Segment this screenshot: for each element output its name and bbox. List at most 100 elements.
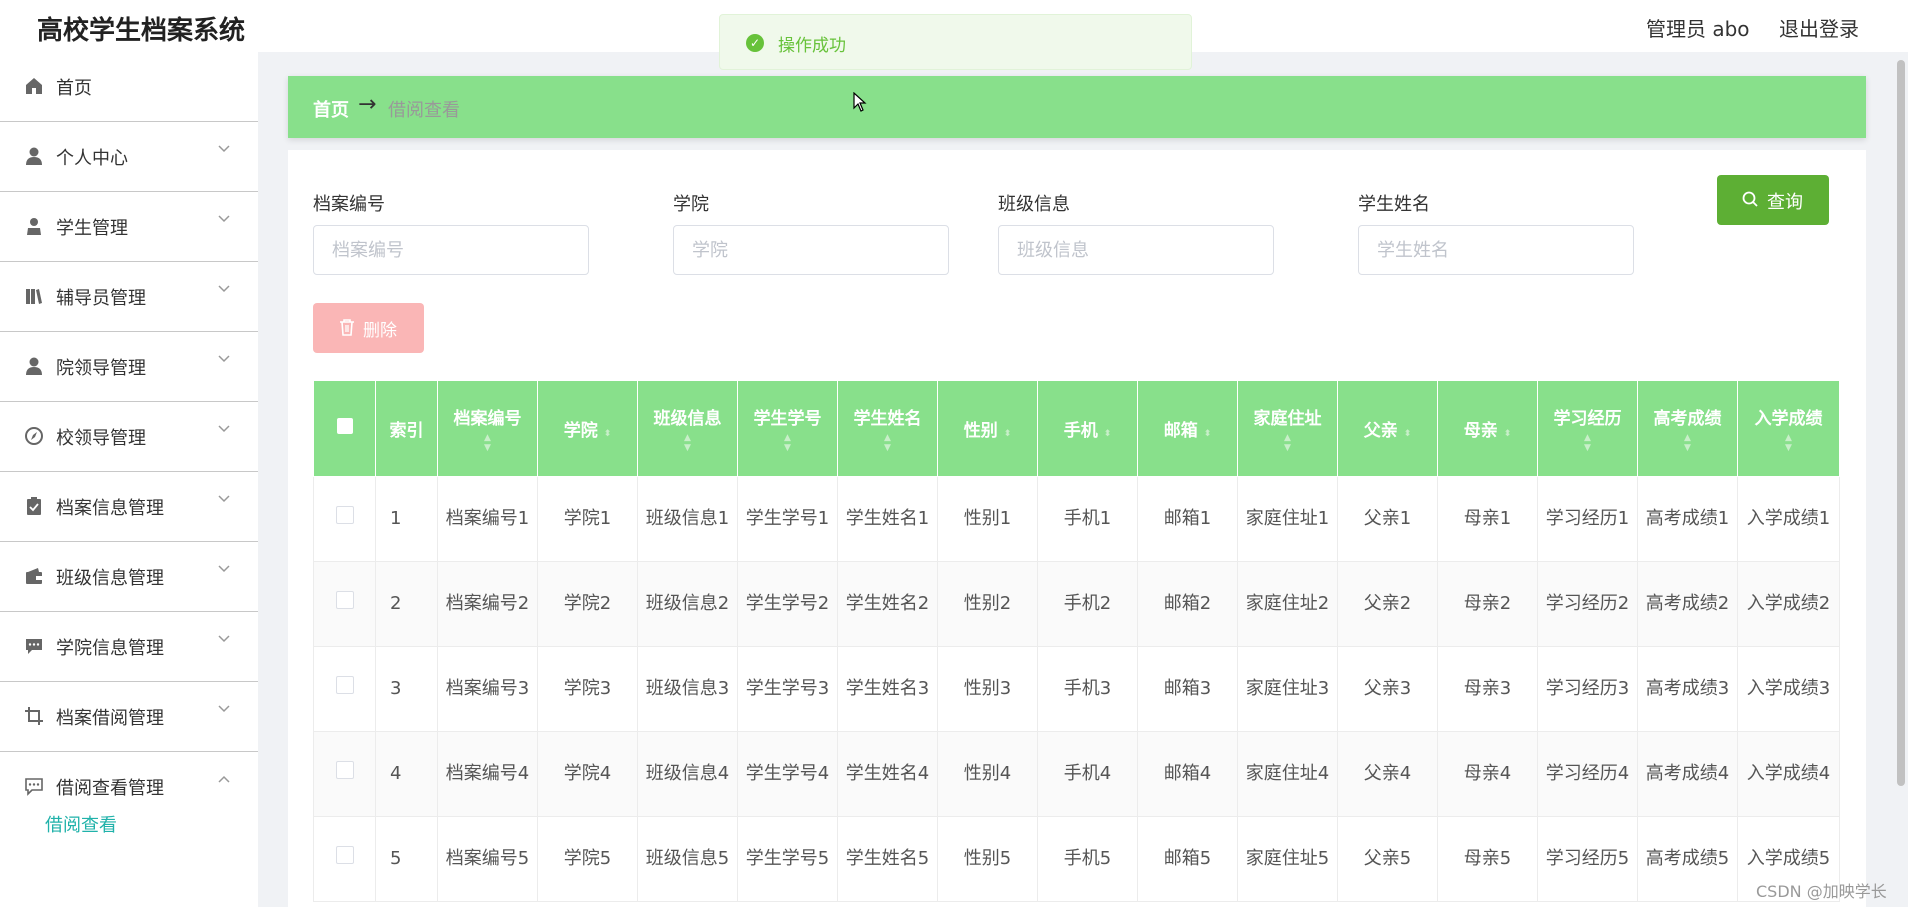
table-cell: 邮箱5 bbox=[1137, 816, 1238, 902]
sort-icon[interactable]: ⬍ bbox=[604, 429, 612, 439]
table-cell: 母亲5 bbox=[1437, 816, 1538, 902]
table-row[interactable]: 5 档案编号5 学院5 班级信息5 学生学号5 学生姓名5 性别5 手机5 邮箱5 家庭住址5 父亲… bbox=[313, 816, 1840, 902]
user-icon bbox=[26, 357, 42, 375]
sidebar-item-college-info[interactable]: 学院信息管理 bbox=[0, 612, 258, 682]
table-cell: 学生学号1 bbox=[737, 476, 838, 562]
table-cell: 手机3 bbox=[1037, 646, 1138, 732]
table-row[interactable]: 2 档案编号2 学院2 班级信息2 学生学号2 学生姓名2 性别2 手机2 邮箱2 家庭住址2 父亲… bbox=[313, 561, 1840, 647]
sidebar-item-archive-borrow[interactable]: 档案借阅管理 bbox=[0, 682, 258, 752]
archive-no-input[interactable] bbox=[313, 225, 589, 275]
breadcrumb-current: 借阅查看 bbox=[388, 100, 460, 121]
logout-link[interactable]: 退出登录 bbox=[1779, 13, 1859, 42]
sort-icon[interactable]: ▲ ▼ bbox=[1242, 433, 1333, 453]
sidebar-item-class-info[interactable]: 班级信息管理 bbox=[0, 542, 258, 612]
page-scrollbar[interactable] bbox=[1897, 60, 1905, 786]
column-header[interactable]: 班级信息 ▲ ▼ bbox=[637, 380, 738, 477]
table-cell: 入学成绩2 bbox=[1737, 561, 1840, 647]
sort-icon[interactable]: ⬍ bbox=[1004, 429, 1012, 439]
sort-icon[interactable]: ▲ ▼ bbox=[742, 433, 833, 453]
row-checkbox[interactable] bbox=[335, 761, 354, 779]
sidebar-item-personal-center[interactable]: 个人中心 bbox=[0, 122, 258, 192]
sort-icon[interactable]: ⬍ bbox=[1104, 429, 1112, 439]
column-header-label: 学习经历 bbox=[1553, 409, 1622, 429]
column-header[interactable]: 母亲 ⬍ bbox=[1437, 380, 1538, 477]
column-header[interactable]: 学生学号 ▲ ▼ bbox=[737, 380, 838, 477]
column-header[interactable]: 父亲 ⬍ bbox=[1337, 380, 1438, 477]
column-header: 索引 bbox=[375, 380, 438, 477]
sidebar-subitem-borrow-view[interactable]: 借阅查看 bbox=[45, 811, 117, 837]
row-checkbox[interactable] bbox=[335, 591, 354, 609]
class-info-input[interactable] bbox=[998, 225, 1274, 275]
table-cell: 性别2 bbox=[937, 561, 1038, 647]
column-header[interactable]: 家庭住址 ▲ ▼ bbox=[1237, 380, 1338, 477]
sort-icon[interactable]: ⬍ bbox=[1404, 429, 1412, 439]
chat-dots-icon bbox=[25, 778, 43, 796]
table-cell: 高考成绩1 bbox=[1637, 476, 1738, 562]
column-header[interactable]: 档案编号 ▲ ▼ bbox=[437, 380, 538, 477]
sidebar-item-home[interactable]: 首页 bbox=[0, 52, 258, 122]
row-checkbox[interactable] bbox=[335, 676, 354, 694]
table-cell: 学院3 bbox=[537, 646, 638, 732]
check-circle-icon: ✓ bbox=[746, 34, 764, 52]
table-cell: 学生学号4 bbox=[737, 731, 838, 817]
chevron-down-icon bbox=[218, 705, 230, 713]
table-cell: 家庭住址5 bbox=[1237, 816, 1338, 902]
sidebar-item-label: 辅导员管理 bbox=[56, 288, 146, 309]
row-checkbox[interactable] bbox=[335, 506, 354, 524]
column-header[interactable]: 入学成绩 ▲ ▼ bbox=[1737, 380, 1840, 477]
sort-icon[interactable]: ▲ ▼ bbox=[1742, 433, 1835, 453]
row-select-cell bbox=[313, 646, 376, 732]
table-cell: 学习经历2 bbox=[1537, 561, 1638, 647]
chevron-down-icon bbox=[218, 425, 230, 433]
table-row[interactable]: 4 档案编号4 学院4 班级信息4 学生学号4 学生姓名4 性别4 手机4 邮箱4 家庭住址4 父亲… bbox=[313, 731, 1840, 817]
table-cell: 班级信息2 bbox=[637, 561, 738, 647]
table-row[interactable]: 1 档案编号1 学院1 班级信息1 学生学号1 学生姓名1 性别1 手机1 邮箱1 家庭住址1 父亲… bbox=[313, 476, 1840, 562]
college-input[interactable] bbox=[673, 225, 949, 275]
sidebar-item-school-leaders[interactable]: 校领导管理 bbox=[0, 402, 258, 472]
chevron-down-icon bbox=[218, 565, 230, 573]
column-header[interactable]: 学习经历 ▲ ▼ bbox=[1537, 380, 1638, 477]
column-header[interactable]: 手机 ⬍ bbox=[1037, 380, 1138, 477]
home-icon bbox=[26, 78, 42, 94]
breadcrumb-home[interactable]: 首页 bbox=[313, 96, 349, 122]
column-header-label: 学生学号 bbox=[753, 409, 822, 429]
column-header-label: 高考成绩 bbox=[1653, 409, 1722, 429]
sidebar-item-archive-info[interactable]: 档案信息管理 bbox=[0, 472, 258, 542]
column-header[interactable]: 学院 ⬍ bbox=[537, 380, 638, 477]
student-name-input[interactable] bbox=[1358, 225, 1634, 275]
delete-button[interactable]: 删除 bbox=[313, 303, 424, 353]
table-cell: 学生姓名1 bbox=[837, 476, 938, 562]
sort-icon[interactable]: ▲ ▼ bbox=[1642, 433, 1733, 453]
column-header-label: 学院 bbox=[563, 421, 598, 441]
select-all-checkbox[interactable] bbox=[336, 418, 353, 434]
column-header[interactable]: 学生姓名 ▲ ▼ bbox=[837, 380, 938, 477]
query-button[interactable]: 查询 bbox=[1717, 175, 1829, 225]
query-label: 查询 bbox=[1767, 192, 1803, 213]
sort-icon[interactable]: ▲ ▼ bbox=[442, 433, 533, 453]
row-checkbox[interactable] bbox=[335, 846, 354, 864]
table-cell: 档案编号1 bbox=[437, 476, 538, 562]
column-header[interactable]: 高考成绩 ▲ ▼ bbox=[1637, 380, 1738, 477]
table-cell: 入学成绩1 bbox=[1737, 476, 1840, 562]
column-header[interactable]: 邮箱 ⬍ bbox=[1137, 380, 1238, 477]
table-row[interactable]: 3 档案编号3 学院3 班级信息3 学生学号3 学生姓名3 性别3 手机3 邮箱3 家庭住址3 父亲… bbox=[313, 646, 1840, 732]
sidebar-item-borrow-view[interactable]: 借阅查看管理 bbox=[0, 752, 258, 822]
sort-icon[interactable]: ⬍ bbox=[1504, 429, 1512, 439]
sidebar-item-college-leaders[interactable]: 院领导管理 bbox=[0, 332, 258, 402]
sort-icon[interactable]: ⬍ bbox=[1204, 429, 1212, 439]
table-cell: 家庭住址3 bbox=[1237, 646, 1338, 732]
sidebar-item-students[interactable]: 学生管理 bbox=[0, 192, 258, 262]
table-cell: 父亲4 bbox=[1337, 731, 1438, 817]
row-select-cell bbox=[313, 731, 376, 817]
wallet-icon bbox=[26, 568, 42, 584]
table-cell: 学习经历4 bbox=[1537, 731, 1638, 817]
table-cell: 父亲2 bbox=[1337, 561, 1438, 647]
column-header[interactable]: 性别 ⬍ bbox=[937, 380, 1038, 477]
table-cell: 性别1 bbox=[937, 476, 1038, 562]
sidebar-item-counselors[interactable]: 辅导员管理 bbox=[0, 262, 258, 332]
sort-icon[interactable]: ▲ ▼ bbox=[642, 433, 733, 453]
table-cell: 高考成绩4 bbox=[1637, 731, 1738, 817]
sort-icon[interactable]: ▲ ▼ bbox=[842, 433, 933, 453]
sort-icon[interactable]: ▲ ▼ bbox=[1542, 433, 1633, 453]
table-cell: 学生姓名4 bbox=[837, 731, 938, 817]
